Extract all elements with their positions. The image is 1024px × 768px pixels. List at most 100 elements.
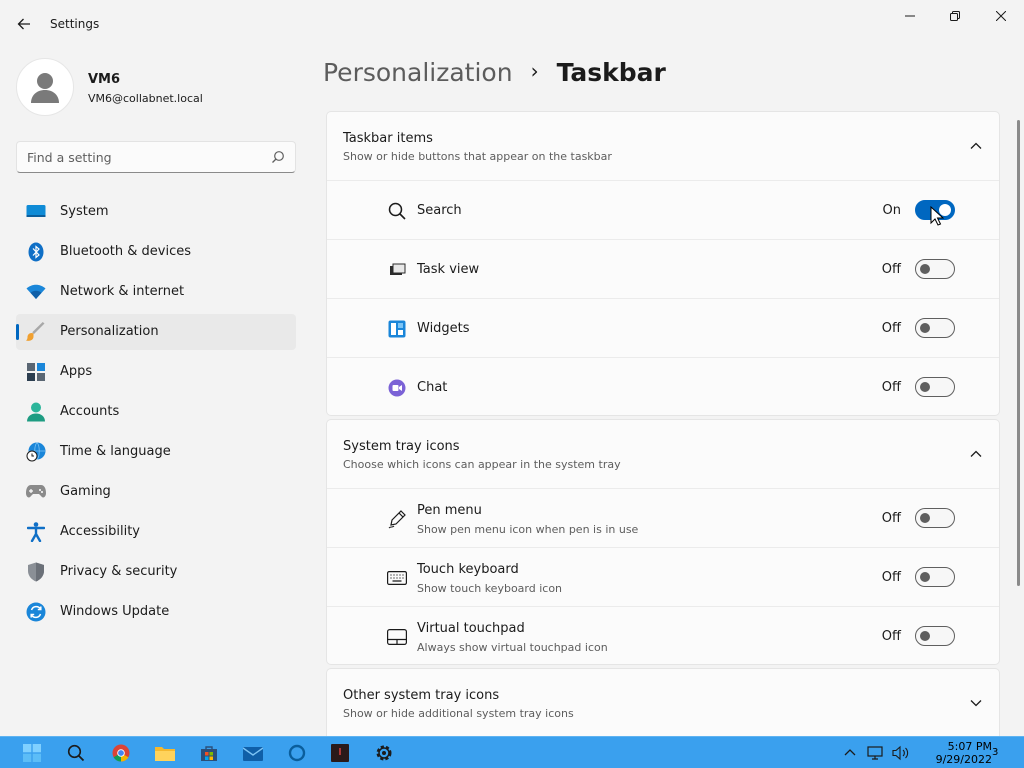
mail-icon [243,747,263,761]
search-icon[interactable] [271,150,285,164]
close-button[interactable] [978,0,1024,32]
breadcrumb: Personalization › Taskbar [323,58,666,94]
toggle-knob [920,513,930,523]
network-tray-button[interactable] [864,741,888,765]
widgets-toggle[interactable] [915,318,955,338]
app-title: Settings [50,17,100,31]
minimize-button[interactable] [887,0,933,32]
file-explorer-taskbar-button[interactable] [153,741,177,765]
taskbar-items-header[interactable]: Taskbar items Show or hide buttons that … [327,112,999,180]
system-tray-header[interactable]: System tray icons Choose which icons can… [327,420,999,488]
settings-content: Taskbar items Show or hide buttons that … [326,111,1000,737]
task-view-icon [387,260,407,280]
show-hidden-icons-button[interactable] [838,741,862,765]
sidebar-item-apps[interactable]: Apps [16,354,296,390]
sidebar-item-windows-update[interactable]: Windows Update [16,594,296,630]
setting-label: Widgets [417,321,470,336]
windows-taskbar: 5:07 PM 9/29/2022 3 [0,736,1024,768]
sidebar-item-accessibility[interactable]: Accessibility [16,514,296,550]
setting-description: Always show virtual touchpad icon [417,641,608,654]
sidebar-item-privacy-security[interactable]: Privacy & security [16,554,296,590]
store-taskbar-button[interactable] [197,741,221,765]
sidebar-item-bluetooth[interactable]: Bluetooth & devices [16,234,296,270]
restore-button[interactable] [932,0,978,32]
search-icon [67,744,85,762]
toggle-state: Off [881,262,901,277]
setting-row-search: Search On [327,180,999,239]
toggle-state: Off [881,629,901,644]
toggle-state: Off [881,511,901,526]
chrome-icon [112,744,130,762]
arrow-left-icon [17,18,30,30]
toggle-knob [920,382,930,392]
chat-icon [387,378,407,398]
section-subtitle: Choose which icons can appear in the sys… [343,458,621,471]
chat-toggle[interactable] [915,377,955,397]
toggle-knob [920,631,930,641]
minimize-icon [905,15,915,17]
breadcrumb-separator: › [530,59,539,83]
mail-taskbar-button[interactable] [241,741,265,765]
toggle-knob [920,264,930,274]
user-email: VM6@collabnet.local [88,92,203,105]
setting-label: Chat [417,380,448,395]
volume-tray-button[interactable] [889,741,913,765]
sidebar-item-system[interactable]: System [16,194,296,230]
breadcrumb-parent[interactable]: Personalization [323,58,513,87]
bluetooth-icon [26,242,46,262]
toggle-state: Off [881,321,901,336]
touch-keyboard-toggle[interactable] [915,567,955,587]
taskbar-clock[interactable]: 5:07 PM 9/29/2022 [922,740,992,766]
settings-taskbar-button[interactable] [372,741,396,765]
close-icon [996,11,1006,21]
other-tray-header[interactable]: Other system tray icons Show or hide add… [327,669,999,737]
settings-search [16,141,296,173]
setting-row-pen-menu: Pen menu Show pen menu icon when pen is … [327,488,999,547]
toggle-state: Off [881,570,901,585]
task-view-toggle[interactable] [915,259,955,279]
notification-count[interactable]: 3 [992,747,998,758]
virtual-touchpad-toggle[interactable] [915,626,955,646]
setting-row-widgets: Widgets Off [327,298,999,357]
sidebar-item-accounts[interactable]: Accounts [16,394,296,430]
setting-label: Task view [417,262,480,277]
search-input[interactable] [17,142,265,172]
section-title: Taskbar items [343,131,433,146]
widgets-icon [387,319,407,339]
windows-logo-icon [23,744,41,762]
start-button[interactable] [20,741,44,765]
gear-icon [376,745,392,761]
section-title: System tray icons [343,439,460,454]
pen-menu-toggle[interactable] [915,508,955,528]
clock-date: 9/29/2022 [935,753,992,766]
taskbar-search-button[interactable] [64,741,88,765]
other-tray-section: Other system tray icons Show or hide add… [326,668,1000,737]
restore-icon [950,11,960,21]
chrome-taskbar-button[interactable] [109,741,133,765]
page-title: Taskbar [556,58,666,87]
section-subtitle: Show or hide additional system tray icon… [343,707,574,720]
avatar [16,58,74,116]
toggle-knob [920,323,930,333]
user-profile[interactable]: VM6 VM6@collabnet.local [16,58,306,118]
toggle-state: On [882,203,901,218]
setting-description: Show pen menu icon when pen is in use [417,523,639,536]
chevron-up-icon [970,450,982,457]
sidebar-item-personalization[interactable]: Personalization [16,314,296,350]
keyboard-icon [387,568,407,588]
circle-app-icon [288,744,306,762]
update-icon [26,602,46,622]
scrollbar[interactable] [1017,120,1020,586]
sidebar-item-gaming[interactable]: Gaming [16,474,296,510]
chevron-up-icon [970,142,982,149]
terminal-taskbar-button[interactable] [328,741,352,765]
sidebar-item-time-language[interactable]: Time & language [16,434,296,470]
section-title: Other system tray icons [343,688,500,703]
cortana-taskbar-button[interactable] [285,741,309,765]
pen-icon [387,509,407,529]
search-icon [387,201,407,221]
person-avatar-icon [31,73,59,103]
sidebar-nav: System Bluetooth & devices Network & int… [16,194,296,634]
back-button[interactable] [12,12,36,36]
sidebar-item-network[interactable]: Network & internet [16,274,296,310]
